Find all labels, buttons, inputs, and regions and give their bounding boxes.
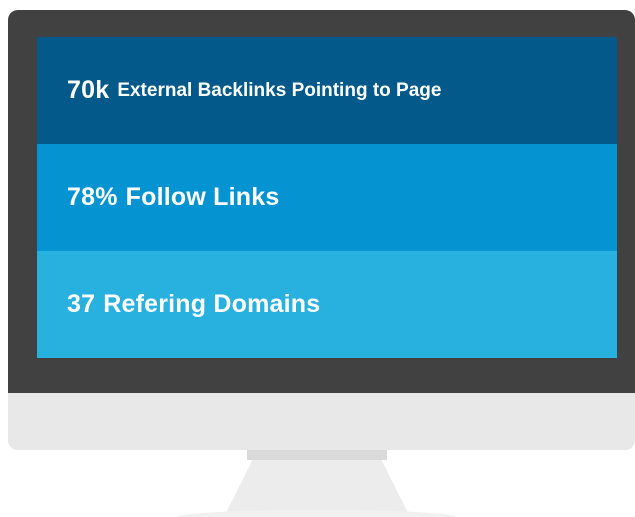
monitor-chin (8, 393, 635, 450)
stat-value-backlinks: 70k (67, 76, 110, 104)
stat-band-referring-domains: 37 Refering Domains (37, 251, 617, 358)
stat-value-follow-links: 78% (67, 183, 118, 211)
monitor-screen: 70k External Backlinks Pointing to Page … (37, 37, 617, 358)
stat-value-referring-domains: 37 (67, 290, 96, 318)
stat-band-backlinks: 70k External Backlinks Pointing to Page (37, 37, 617, 144)
stat-label-follow-links: Follow Links (125, 183, 280, 211)
monitor-stand-base (178, 510, 456, 517)
monitor-stand-shadow (247, 450, 387, 460)
monitor-bezel: 70k External Backlinks Pointing to Page … (8, 10, 635, 393)
monitor: 70k External Backlinks Pointing to Page … (8, 10, 635, 450)
stat-label-backlinks: External Backlinks Pointing to Page (117, 79, 442, 101)
monitor-stand-neck (224, 450, 410, 517)
stat-band-follow-links: 78% Follow Links (37, 144, 617, 251)
stat-label-referring-domains: Refering Domains (103, 290, 321, 318)
